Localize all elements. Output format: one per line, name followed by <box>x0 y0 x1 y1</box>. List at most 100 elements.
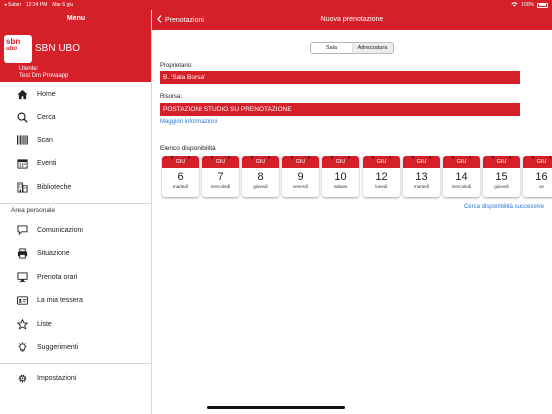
day-card-weekday: sabato <box>333 184 348 189</box>
back-to-app-link[interactable]: ◂ Safari <box>4 2 21 8</box>
day-card[interactable]: GIU 9 venerdì <box>282 156 319 197</box>
gear-icon <box>15 371 29 385</box>
sidebar-item-label: Prenota orari <box>37 273 78 281</box>
day-card-month: GIU <box>202 156 239 168</box>
sidebar-title: Menu <box>66 15 86 22</box>
day-card[interactable]: GIU 6 martedì <box>162 156 199 197</box>
sidebar-item-label: Biblioteche <box>37 183 72 191</box>
more-info-link[interactable]: Maggiori informazioni <box>160 119 217 125</box>
library-icon <box>15 180 29 194</box>
sidebar-divider <box>0 363 152 364</box>
barcode-icon <box>15 133 29 147</box>
section-title-personal-area: Area personale <box>11 207 56 214</box>
day-card[interactable]: GIU 13 martedì <box>403 156 440 197</box>
sidebar-item-label: Scan <box>37 136 53 144</box>
owner-label: Proprietario: <box>160 63 193 69</box>
sidebar-item-suggestions[interactable]: Suggerimenti <box>0 336 152 358</box>
sidebar-item-home[interactable]: Home <box>0 83 152 105</box>
sidebar-item-label: Impostazioni <box>37 374 77 382</box>
day-card-number: 7 <box>217 171 224 183</box>
home-icon <box>15 87 29 101</box>
segment-room[interactable]: Sala <box>311 43 352 53</box>
day-card-number: 12 <box>375 171 388 183</box>
logo-text-sbn: sbn <box>6 37 21 46</box>
status-time: 12:24 PM <box>25 2 48 8</box>
day-card-month: GIU <box>242 156 279 168</box>
day-card-weekday: ve <box>539 184 544 189</box>
segment-equipment[interactable]: Attrezzatura <box>352 43 393 53</box>
day-card-month: GIU <box>162 156 199 168</box>
availability-strip: GIU 6 martedì GIU 7 mercoledì GIU 8 giov… <box>160 156 552 200</box>
card-icon <box>15 293 29 307</box>
search-icon <box>15 110 29 124</box>
day-card-number: 16 <box>535 171 548 183</box>
sidebar-item-status[interactable]: Situazione <box>0 242 152 264</box>
star-icon <box>15 317 29 331</box>
printer-icon <box>15 246 29 260</box>
day-card-month: GIU <box>282 156 319 168</box>
wifi-icon <box>511 1 518 9</box>
sidebar-item-libraries[interactable]: Biblioteche <box>0 176 152 198</box>
day-card-weekday: mercoledì <box>451 184 472 189</box>
sidebar-item-label: Cerca <box>37 113 56 121</box>
day-card-month: GIU <box>322 156 359 168</box>
sidebar-item-my-card[interactable]: La mia tessera <box>0 289 152 311</box>
sidebar-item-lists[interactable]: Liste <box>0 313 152 335</box>
sidebar-item-settings[interactable]: Impostazioni <box>0 367 152 389</box>
day-card[interactable]: GIU 10 sabato <box>322 156 359 197</box>
calendar-icon <box>15 156 29 170</box>
day-card-month: GIU <box>443 156 480 168</box>
day-card-number: 10 <box>334 171 347 183</box>
home-indicator[interactable] <box>207 406 345 409</box>
bulb-icon <box>15 340 29 354</box>
resource-field[interactable]: POSTAZIONI STUDIO SU PRENOTAZIONE <box>160 103 520 116</box>
day-card-weekday: giovedì <box>494 184 509 189</box>
day-card-weekday: martedì <box>172 184 189 189</box>
battery-icon <box>537 2 548 8</box>
logo-text-ubo: ubo <box>6 46 17 52</box>
owner-field[interactable]: B. 'Sala Borsa' <box>160 71 520 84</box>
battery-percent: 100% <box>521 2 534 8</box>
day-card-number: 8 <box>257 171 264 183</box>
day-card[interactable]: GIU 12 lunedì <box>363 156 400 197</box>
day-card[interactable]: GIU 15 giovedì <box>483 156 520 197</box>
status-date: Mar 6 giu <box>52 2 74 8</box>
main-panel: Prenotazioni Nuova prenotazione Sala Att… <box>152 10 552 414</box>
next-availability-link[interactable]: Cerca disponibilità successive <box>464 204 544 210</box>
sidebar-header: Menu sbn ubo SBN UBO Utente: Test Dm Pro… <box>0 10 151 82</box>
day-card-month: GIU <box>523 156 552 168</box>
sidebar-item-communications[interactable]: Comunicazioni <box>0 219 152 241</box>
day-card-number: 13 <box>415 171 428 183</box>
sidebar-item-label: Situazione <box>37 249 70 257</box>
day-card-month: GIU <box>363 156 400 168</box>
availability-label: Elenco disponibilità <box>160 145 216 152</box>
app-logo: sbn ubo <box>4 35 32 63</box>
user-name: Test Dm Provaapp <box>19 73 69 79</box>
day-card-weekday: giovedì <box>253 184 268 189</box>
day-card[interactable]: GIU 7 mercoledì <box>202 156 239 197</box>
sidebar-item-events[interactable]: Eventi <box>0 152 152 174</box>
sidebar-item-label: Liste <box>37 320 52 328</box>
sidebar-item-label: Home <box>37 90 56 98</box>
day-card[interactable]: GIU 14 mercoledì <box>443 156 480 197</box>
day-card-number: 9 <box>297 171 304 183</box>
sidebar: Menu sbn ubo SBN UBO Utente: Test Dm Pro… <box>0 10 152 414</box>
sidebar-item-label: La mia tessera <box>37 296 83 304</box>
nav-bar: Prenotazioni Nuova prenotazione <box>152 10 552 30</box>
day-card-weekday: venerdì <box>292 184 308 189</box>
day-card[interactable]: GIU 16 ve <box>523 156 552 197</box>
user-label: Utente: <box>19 66 39 72</box>
day-card-weekday: martedì <box>413 184 430 189</box>
sidebar-item-label: Suggerimenti <box>37 343 79 351</box>
day-card-number: 14 <box>455 171 468 183</box>
sidebar-item-search[interactable]: Cerca <box>0 106 152 128</box>
resource-label: Risorsa: <box>160 94 183 100</box>
chat-icon <box>15 223 29 237</box>
day-card-weekday: mercoledì <box>210 184 231 189</box>
day-card-month: GIU <box>403 156 440 168</box>
sidebar-item-book-hours[interactable]: Prenota orari <box>0 266 152 288</box>
page-title: Nuova prenotazione <box>320 16 384 23</box>
type-segmented-control: Sala Attrezzatura <box>310 42 394 54</box>
sidebar-item-scan[interactable]: Scan <box>0 129 152 151</box>
day-card[interactable]: GIU 8 giovedì <box>242 156 279 197</box>
